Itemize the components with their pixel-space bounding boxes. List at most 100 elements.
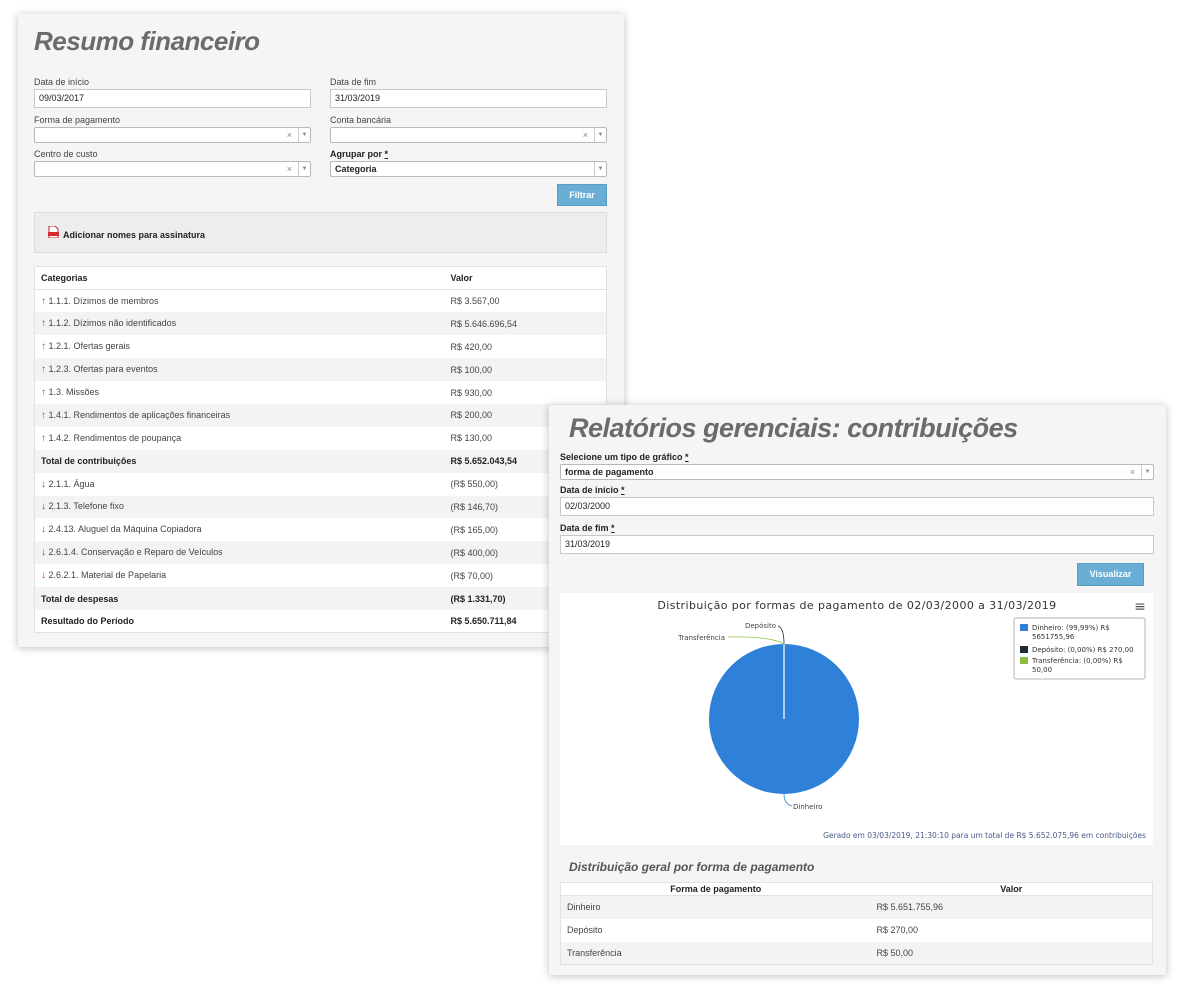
category-cell: ↑ 1.2.3. Ofertas para eventos (34, 358, 445, 382)
value-cell: R$ 3.567,00 (450, 296, 500, 307)
report-start-date-input[interactable]: 02/03/2000 (560, 497, 1154, 516)
required-mark: * (621, 485, 625, 495)
legend-item-dinheiro[interactable]: Dinheiro: (99,99%) R$ (1032, 624, 1110, 632)
clear-icon[interactable]: × (1130, 465, 1135, 479)
payment-value-cell: R$ 270,00 (876, 925, 919, 935)
table-row: Total de contribuições R$ 5.652.043,54 (34, 449, 607, 473)
value-cell: R$ 930,00 (450, 387, 493, 398)
clear-icon[interactable]: × (287, 128, 292, 142)
table-row: ↓ 2.6.1.4. Conservação e Reparo de Veícu… (34, 541, 607, 565)
leader-line-dinheiro (783, 793, 793, 807)
category-cell: ↑ 1.2.1. Ofertas gerais (35, 335, 445, 358)
report-end-date-label-text: Data de fim (560, 523, 609, 533)
category-label: 1.4.2. Rendimentos de poupança (48, 432, 182, 443)
category-label: 1.1.1. Dízimos de membros (48, 295, 159, 306)
category-label: Total de despesas (41, 593, 119, 604)
category-label: 2.6.1.4. Conservação e Reparo de Veículo… (48, 547, 223, 558)
pie-chart: Distribuição por formas de pagamento de … (657, 599, 1146, 840)
column-header-value: Valor (870, 882, 1153, 896)
category-cell: ↑ 1.1.1. Dízimos de membros (35, 290, 445, 313)
category-label: 2.6.2.1. Material de Papelaria (48, 570, 167, 581)
legend-item-depósito[interactable]: Depósito: (0,00%) R$ 270,00 (1032, 646, 1134, 654)
signature-box: Adicionar nomes para assinatura (34, 212, 607, 253)
arrow-up-icon: ↑ (41, 432, 46, 444)
payment-method-cell: Transferência (560, 941, 871, 965)
table-row: ↓ 2.4.13. Aluguel da Máquina Copiadora (R… (35, 518, 607, 541)
value-cell: R$ 100,00 (444, 358, 607, 382)
view-button[interactable]: Visualizar (1077, 563, 1144, 586)
table-row: Dinheiro R$ 5.651.755,96 (560, 895, 1153, 919)
chevron-down-icon[interactable]: ▼ (594, 162, 606, 176)
legend-item-value-transferência: 50,00 (1032, 666, 1052, 674)
category-cell: ↑ 1.4.1. Rendimentos de aplicações finan… (34, 403, 445, 427)
bank-account-select[interactable]: × ▼ (330, 127, 607, 143)
category-cell: ↓ 2.4.13. Aluguel da Máquina Copiadora (35, 518, 445, 541)
category-label: Total de contribuições (41, 456, 137, 467)
chevron-down-icon[interactable]: ▼ (298, 162, 310, 176)
start-date-label: Data de início (34, 77, 90, 87)
arrow-up-icon: ↑ (41, 295, 46, 307)
table-header-row: Categorias Valor (34, 266, 607, 290)
column-header-payment-method: Forma de pagamento (560, 882, 871, 896)
arrow-down-icon: ↓ (41, 570, 46, 582)
add-signature-link[interactable]: Adicionar nomes para assinatura (63, 230, 205, 240)
legend-swatch-depósito[interactable] (1020, 646, 1028, 653)
report-end-date-input[interactable]: 31/03/2019 (560, 535, 1154, 554)
group-by-label: Agrupar por * (330, 149, 388, 159)
table-row: ↓ 2.1.1. Água (R$ 550,00) (35, 473, 607, 496)
category-cell: ↓ 2.1.3. Telefone fixo (34, 495, 445, 519)
payment-distribution-title: Distribuição geral por forma de pagament… (569, 860, 815, 874)
chevron-down-icon[interactable]: ▼ (1141, 465, 1153, 479)
arrow-up-icon: ↑ (41, 364, 46, 376)
chart-type-value: forma de pagamento (565, 467, 654, 477)
category-cell: ↓ 2.1.1. Água (35, 473, 445, 496)
table-row: ↓ 2.1.3. Telefone fixo (R$ 146,70) (34, 495, 607, 519)
chevron-down-icon[interactable]: ▼ (594, 128, 606, 142)
category-label: 2.4.13. Aluguel da Máquina Copiadora (48, 524, 202, 535)
table-row: Transferência R$ 50,00 (560, 941, 1153, 965)
report-end-date-label: Data de fim * (560, 523, 615, 533)
chart-menu-icon[interactable]: ≡ (1134, 599, 1146, 615)
report-start-date-label-text: Data de início (560, 485, 619, 495)
cost-center-label: Centro de custo (34, 149, 98, 159)
table-row: ↑ 1.4.1. Rendimentos de aplicações finan… (34, 403, 607, 427)
category-cell: ↓ 2.6.1.4. Conservação e Reparo de Veícu… (34, 541, 445, 565)
financial-summary-panel: Resumo financeiro Data de início 09/03/2… (18, 14, 624, 647)
table-row: ↑ 1.4.2. Rendimentos de poupança R$ 130,0… (35, 427, 607, 450)
category-cell: Total de despesas (34, 587, 445, 610)
category-cell: ↑ 1.4.2. Rendimentos de poupança (35, 427, 445, 450)
legend-item-transferência[interactable]: Transferência: (0,00%) R$ (1031, 657, 1123, 665)
payment-method-select[interactable]: × ▼ (34, 127, 311, 143)
legend-swatch-dinheiro[interactable] (1020, 624, 1028, 631)
financial-summary-title: Resumo financeiro (34, 26, 260, 56)
value-cell: R$ 5.646.696,54 (444, 312, 607, 336)
table-row: ↑ 1.1.2. Dízimos não identificados R$ 5.6… (34, 312, 607, 336)
payment-value-cell: R$ 5.651.755,96 (870, 895, 1153, 919)
table-row: ↓ 2.6.2.1. Material de Papelaria (R$ 70,0… (35, 564, 607, 587)
arrow-up-icon: ↑ (41, 318, 46, 330)
categories-table: Categorias Valor ↑ 1.1.1. Dízimos de mem… (34, 266, 607, 634)
arrow-up-icon: ↑ (41, 341, 46, 353)
chevron-down-icon[interactable]: ▼ (298, 128, 310, 142)
table-header-row: Forma de pagamento Valor (560, 882, 1153, 896)
arrow-down-icon: ↓ (41, 501, 46, 513)
category-cell: ↑ 1.1.2. Dízimos não identificados (34, 312, 445, 336)
column-header-value: Valor (444, 266, 607, 290)
end-date-input[interactable]: 31/03/2019 (330, 89, 607, 108)
filter-button[interactable]: Filtrar (557, 184, 607, 206)
clear-icon[interactable]: × (287, 162, 292, 176)
arrow-up-icon: ↑ (41, 409, 46, 421)
category-cell: ↑ 1.3. Missões (35, 381, 445, 404)
data-label-depósito: Depósito (745, 622, 776, 630)
chart-type-select[interactable]: forma de pagamento × ▼ (560, 464, 1154, 480)
clear-icon[interactable]: × (583, 128, 588, 142)
table-row: ↑ 1.1.1. Dízimos de membros R$ 3.567,00 (35, 290, 607, 313)
cost-center-select[interactable]: × ▼ (34, 161, 311, 177)
payment-method-cell: Depósito (567, 925, 603, 935)
legend-swatch-transferência[interactable] (1020, 657, 1028, 664)
group-by-label-text: Agrupar por (330, 149, 383, 159)
table-row: ↑ 1.2.1. Ofertas gerais R$ 420,00 (35, 335, 607, 358)
group-by-select[interactable]: Categoria ▼ (330, 161, 607, 177)
start-date-input[interactable]: 09/03/2017 (34, 89, 311, 108)
required-mark: * (685, 452, 689, 462)
